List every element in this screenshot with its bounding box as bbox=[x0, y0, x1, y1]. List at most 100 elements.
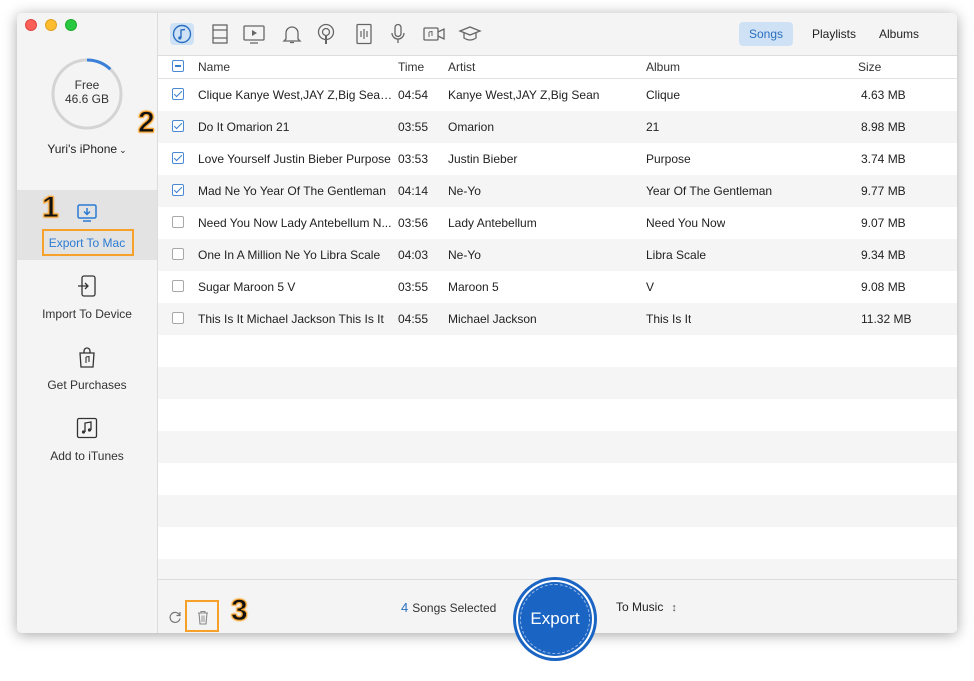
cell-name: Do It Omarion 21 bbox=[198, 120, 290, 134]
itunes-u-icon[interactable] bbox=[458, 23, 482, 45]
table-row[interactable]: Love Yourself Justin Bieber Purpose 03:53… bbox=[158, 143, 957, 175]
cell-size: 8.98 MB bbox=[861, 120, 906, 134]
voice-memos-icon[interactable] bbox=[386, 23, 410, 45]
tv-shows-icon[interactable] bbox=[242, 23, 266, 45]
export-button[interactable]: Export bbox=[516, 580, 594, 658]
column-header-artist[interactable]: Artist bbox=[448, 60, 475, 74]
column-header-time[interactable]: Time bbox=[398, 60, 424, 74]
song-list: Clique Kanye West,JAY Z,Big Sean... 04:54… bbox=[158, 79, 957, 591]
cell-album: Year Of The Gentleman bbox=[646, 184, 773, 198]
cell-time: 04:55 bbox=[398, 312, 429, 326]
cell-album: Purpose bbox=[646, 152, 691, 166]
music-note-icon bbox=[76, 417, 98, 439]
row-checkbox[interactable] bbox=[172, 280, 184, 292]
device-name-label: Yuri's iPhone bbox=[47, 142, 118, 156]
empty-row bbox=[158, 399, 957, 431]
shopping-bag-icon bbox=[79, 347, 95, 368]
callout-number-1: 1 bbox=[42, 191, 60, 225]
column-header-name[interactable]: Name bbox=[198, 60, 230, 74]
cell-time: 03:56 bbox=[398, 216, 429, 230]
sidebar-item-label: Add to iTunes bbox=[50, 449, 124, 463]
zoom-window-button[interactable] bbox=[65, 19, 77, 31]
cell-size: 9.77 MB bbox=[861, 184, 906, 198]
export-button-ring bbox=[520, 584, 590, 654]
row-checkbox[interactable] bbox=[172, 312, 184, 324]
cell-name: Mad Ne Yo Year Of The Gentleman bbox=[198, 184, 386, 198]
audiobooks-icon[interactable] bbox=[352, 23, 376, 45]
empty-row bbox=[158, 431, 957, 463]
empty-row bbox=[158, 463, 957, 495]
podcasts-icon[interactable] bbox=[314, 23, 338, 45]
row-checkbox[interactable] bbox=[172, 120, 184, 132]
selected-label: Songs Selected bbox=[412, 601, 497, 615]
cell-artist: Justin Bieber bbox=[448, 152, 518, 166]
up-down-arrows-icon: ↕ bbox=[671, 602, 677, 614]
row-checkbox[interactable] bbox=[172, 152, 184, 164]
table-row[interactable]: Mad Ne Yo Year Of The Gentleman 04:14 Ne-Y… bbox=[158, 175, 957, 207]
cell-size: 3.74 MB bbox=[861, 152, 906, 166]
cell-name: Clique Kanye West,JAY Z,Big Sean... bbox=[198, 88, 396, 102]
column-header-size[interactable]: Size bbox=[858, 60, 881, 74]
cell-album: Need You Now bbox=[646, 216, 726, 230]
cell-name: This Is It Michael Jackson This Is It bbox=[198, 312, 384, 326]
table-row[interactable]: Sugar Maroon 5 V 03:55 Maroon 5 V 9.08 MB bbox=[158, 271, 957, 303]
export-to-mac-icon bbox=[77, 204, 97, 222]
table-row[interactable]: Do It Omarion 21 03:55 Omarion 21 8.98 MB bbox=[158, 111, 957, 143]
ringtones-icon[interactable] bbox=[280, 23, 304, 45]
select-all-checkbox[interactable] bbox=[172, 60, 184, 72]
refresh-icon[interactable] bbox=[168, 610, 182, 624]
storage-label: Free bbox=[74, 78, 100, 92]
tab-songs[interactable]: Songs bbox=[739, 22, 794, 46]
table-row[interactable]: Clique Kanye West,JAY Z,Big Sean... 04:54… bbox=[158, 79, 957, 111]
import-to-device-icon bbox=[78, 275, 96, 297]
selected-count: 4 bbox=[401, 600, 409, 615]
empty-row bbox=[158, 367, 957, 399]
cell-artist: Kanye West,JAY Z,Big Sean bbox=[448, 88, 600, 102]
close-window-button[interactable] bbox=[25, 19, 37, 31]
cell-name: Sugar Maroon 5 V bbox=[198, 280, 296, 294]
callout-number-2: 2 bbox=[138, 106, 156, 140]
callout-box-export-to-mac bbox=[42, 229, 134, 256]
cell-size: 9.08 MB bbox=[861, 280, 906, 294]
cell-time: 04:54 bbox=[398, 88, 429, 102]
cell-artist: Ne-Yo bbox=[448, 184, 481, 198]
table-row[interactable]: One In A Million Ne Yo Libra Scale 04:03 N… bbox=[158, 239, 957, 271]
row-checkbox[interactable] bbox=[172, 248, 184, 260]
destination-label: To Music bbox=[616, 600, 664, 614]
chevron-down-icon: ⌄ bbox=[119, 145, 127, 155]
sidebar-item-get-purchases[interactable]: Get Purchases bbox=[17, 341, 157, 411]
cell-album: 21 bbox=[646, 120, 660, 134]
cell-artist: Omarion bbox=[448, 120, 495, 134]
storage-value: 46.6 GB bbox=[64, 92, 110, 106]
app-window: Free 46.6 GB Yuri's iPhone ⌄ Export To Ma… bbox=[17, 13, 957, 633]
cell-time: 03:53 bbox=[398, 152, 429, 166]
tab-playlists[interactable]: Playlists bbox=[802, 22, 866, 46]
device-selector[interactable]: Yuri's iPhone ⌄ bbox=[17, 142, 157, 156]
row-checkbox[interactable] bbox=[172, 184, 184, 196]
category-toolbar: Songs Playlists Albums bbox=[158, 13, 957, 56]
table-row[interactable]: This Is It Michael Jackson This Is It 04:… bbox=[158, 303, 957, 335]
minimize-window-button[interactable] bbox=[45, 19, 57, 31]
cell-album: Libra Scale bbox=[646, 248, 707, 262]
callout-number-3: 3 bbox=[231, 594, 249, 628]
cell-artist: Lady Antebellum bbox=[448, 216, 537, 230]
row-checkbox[interactable] bbox=[172, 216, 184, 228]
movies-icon[interactable] bbox=[208, 23, 232, 45]
cell-time: 03:55 bbox=[398, 280, 429, 294]
cell-name: One In A Million Ne Yo Libra Scale bbox=[198, 248, 381, 262]
cell-artist: Michael Jackson bbox=[448, 312, 537, 326]
destination-selector[interactable]: To Music ↕ bbox=[616, 600, 677, 614]
row-checkbox[interactable] bbox=[172, 88, 184, 100]
sidebar-item-label: Get Purchases bbox=[47, 378, 127, 392]
music-icon[interactable] bbox=[170, 23, 194, 45]
cell-time: 04:14 bbox=[398, 184, 429, 198]
sidebar-item-import-to-device[interactable]: Import To Device bbox=[17, 270, 157, 340]
table-row[interactable]: Need You Now Lady Antebellum N... 03:56 La… bbox=[158, 207, 957, 239]
videos-icon[interactable] bbox=[422, 23, 446, 45]
sidebar-item-add-to-itunes[interactable]: Add to iTunes bbox=[17, 412, 157, 482]
column-header-album[interactable]: Album bbox=[646, 60, 680, 74]
tab-albums[interactable]: Albums bbox=[869, 22, 929, 46]
empty-row bbox=[158, 527, 957, 559]
cell-artist: Maroon 5 bbox=[448, 280, 499, 294]
cell-album: Clique bbox=[646, 88, 681, 102]
